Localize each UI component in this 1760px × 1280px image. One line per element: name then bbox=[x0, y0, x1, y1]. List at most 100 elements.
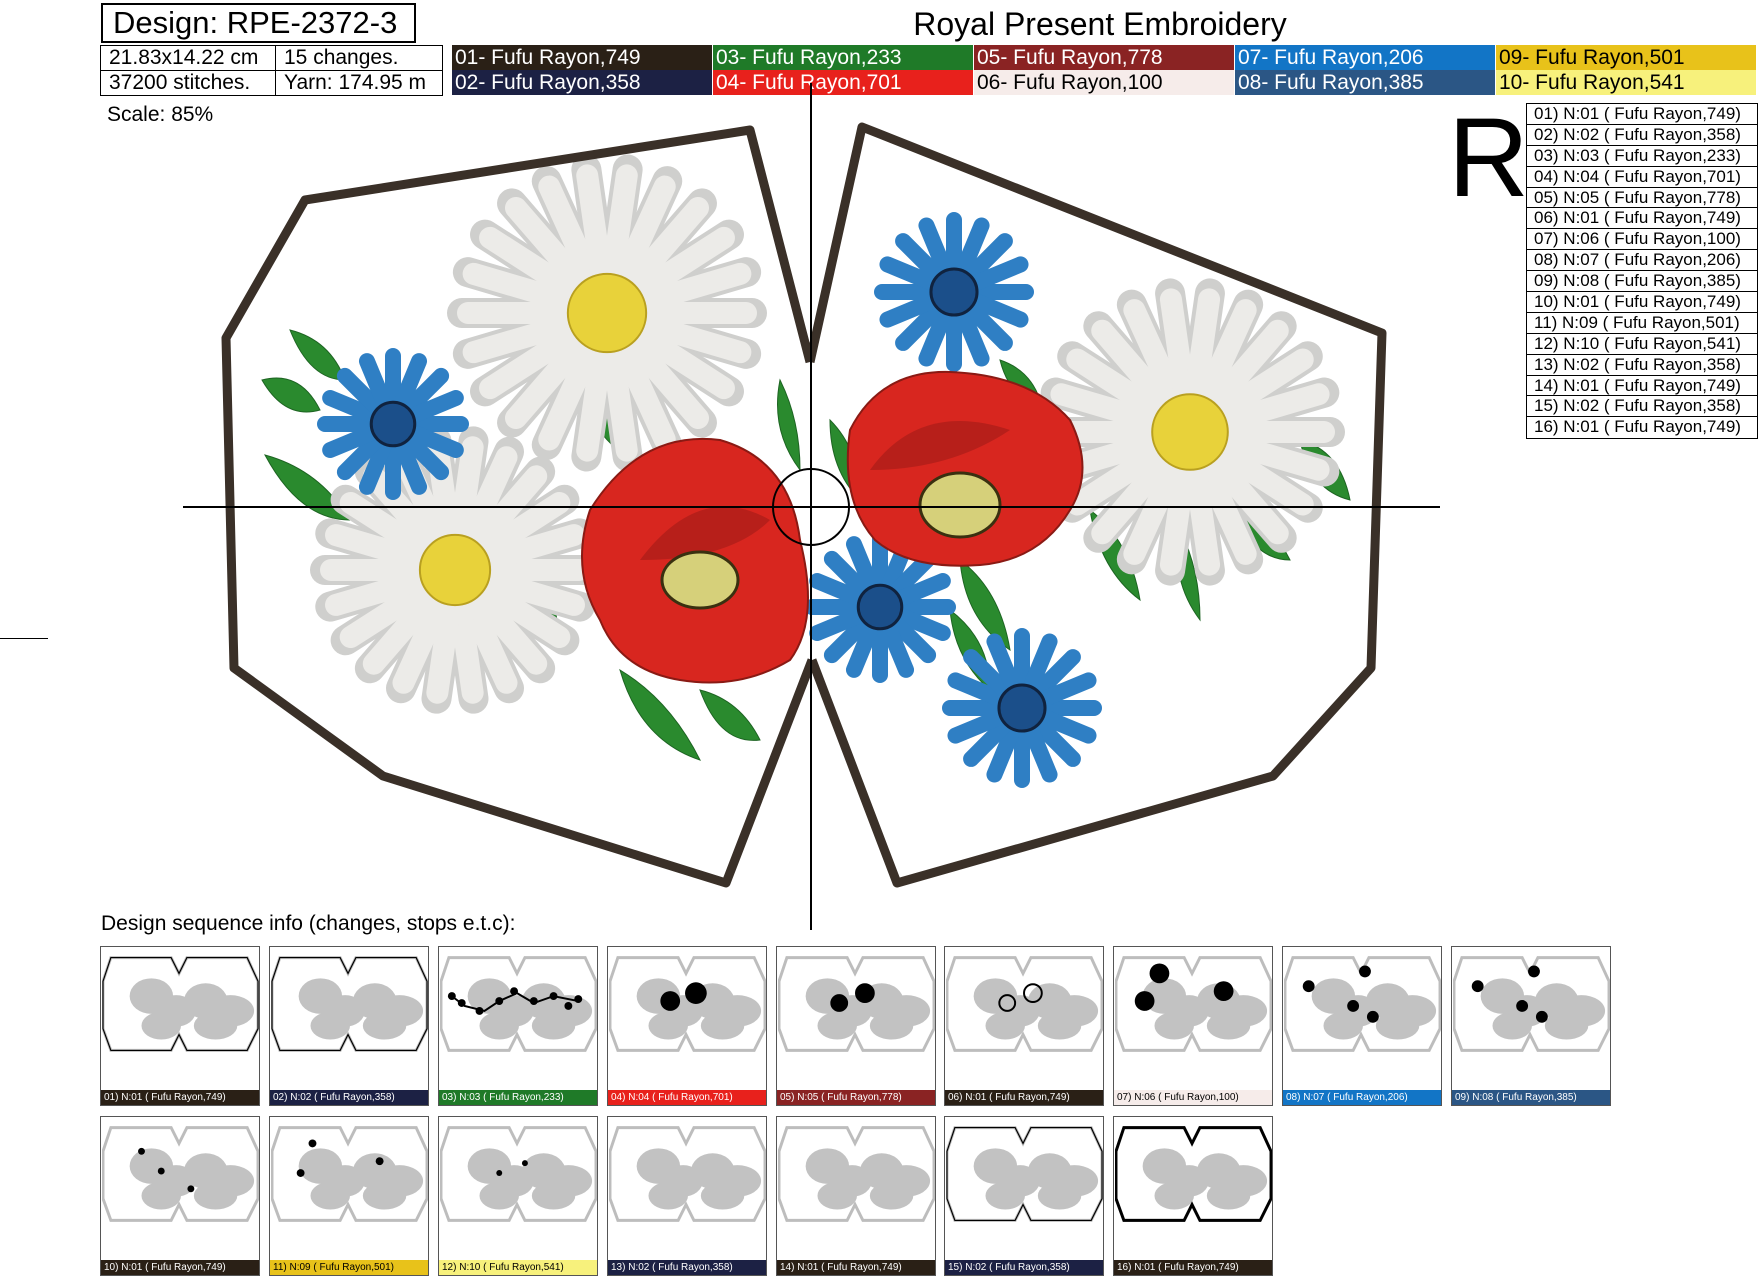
poppy-flower bbox=[846, 370, 1084, 567]
design-silhouette bbox=[648, 1011, 688, 1040]
changes-cell: 15 changes. bbox=[275, 45, 443, 71]
cornflower-center bbox=[929, 267, 979, 317]
sequence-thumbnail: 16) N:01 ( Fufu Rayon,749) bbox=[1113, 1116, 1273, 1276]
thumbnail-preview bbox=[778, 956, 935, 1052]
design-silhouette bbox=[869, 1011, 914, 1040]
thumbnail-preview bbox=[946, 1126, 1103, 1222]
highlighted-stitch-area bbox=[296, 1169, 305, 1177]
thumbnail-preview bbox=[1115, 1126, 1272, 1222]
thumbnail-preview bbox=[102, 1126, 259, 1222]
embroidery-design-preview bbox=[183, 83, 1440, 930]
thumbnail-preview bbox=[1453, 956, 1610, 1052]
thumbnail-label: 06) N:01 ( Fufu Rayon,749) bbox=[945, 1090, 1103, 1105]
stop-sequence-list: 01) N:01 ( Fufu Rayon,749) 02) N:02 ( Fuf… bbox=[1526, 103, 1758, 440]
highlighted-stitch-area bbox=[1134, 991, 1155, 1011]
cornflower bbox=[874, 212, 1034, 372]
thumbnail-preview bbox=[609, 1126, 766, 1222]
thread-color-chip: 05- Fufu Rayon,778 bbox=[974, 45, 1235, 70]
stop-row: 05) N:05 ( Fufu Rayon,778) bbox=[1527, 188, 1757, 209]
thread-color-chip: 03- Fufu Rayon,233 bbox=[713, 45, 974, 70]
daisy-flower bbox=[447, 154, 767, 472]
cornflower-center bbox=[997, 683, 1047, 733]
thumbnail-preview bbox=[778, 1126, 935, 1222]
edge-tick-mark bbox=[0, 638, 48, 639]
design-silhouette bbox=[479, 1011, 519, 1040]
highlighted-stitch-area bbox=[1516, 1000, 1529, 1012]
design-silhouette bbox=[193, 1181, 238, 1210]
highlighted-stitch-area bbox=[1149, 963, 1170, 984]
sequence-thumbnail: 14) N:01 ( Fufu Rayon,749) bbox=[776, 1116, 936, 1276]
design-silhouette bbox=[531, 1181, 576, 1210]
sequence-thumbnail: 10) N:01 ( Fufu Rayon,749) bbox=[100, 1116, 260, 1276]
thumbnail-label: 11) N:09 ( Fufu Rayon,501) bbox=[270, 1260, 428, 1275]
design-silhouette bbox=[985, 1181, 1025, 1210]
design-silhouette bbox=[141, 1181, 181, 1210]
thumbnail-label: 09) N:08 ( Fufu Rayon,385) bbox=[1452, 1090, 1610, 1105]
design-silhouette bbox=[700, 1011, 745, 1040]
daisy-center bbox=[1151, 393, 1229, 471]
stop-row: 03) N:03 ( Fufu Rayon,233) bbox=[1527, 146, 1757, 167]
thumbnail-label: 16) N:01 ( Fufu Rayon,749) bbox=[1114, 1260, 1272, 1275]
sequence-thumbnail: 11) N:09 ( Fufu Rayon,501) bbox=[269, 1116, 429, 1276]
sequence-thumbnail: 09) N:08 ( Fufu Rayon,385) bbox=[1451, 946, 1611, 1106]
poppy-flower bbox=[581, 437, 809, 684]
sequence-thumbnail: 15) N:02 ( Fufu Rayon,358) bbox=[944, 1116, 1104, 1276]
highlighted-stitch-area bbox=[1359, 965, 1371, 978]
sequence-thumbnail: 02) N:02 ( Fufu Rayon,358) bbox=[269, 946, 429, 1106]
sequence-thumbnail: 05) N:05 ( Fufu Rayon,778) bbox=[776, 946, 936, 1106]
sequence-thumbnail: 12) N:10 ( Fufu Rayon,541) bbox=[438, 1116, 598, 1276]
design-silhouette bbox=[193, 1011, 238, 1040]
design-id: Design: RPE-2372-3 bbox=[113, 5, 398, 40]
thumbnail-preview bbox=[271, 956, 428, 1052]
thumbnail-label: 07) N:06 ( Fufu Rayon,100) bbox=[1114, 1090, 1272, 1105]
stop-row: 02) N:02 ( Fufu Rayon,358) bbox=[1527, 125, 1757, 146]
design-silhouette bbox=[1206, 1181, 1251, 1210]
thumbnail-label: 13) N:02 ( Fufu Rayon,358) bbox=[608, 1260, 766, 1275]
highlighted-stitch-area bbox=[157, 1167, 165, 1175]
highlighted-stitch-area bbox=[1347, 1000, 1360, 1012]
stop-row: 16) N:01 ( Fufu Rayon,749) bbox=[1534, 417, 1741, 437]
design-silhouette bbox=[700, 1181, 745, 1210]
daisy-flower bbox=[1035, 278, 1345, 586]
highlighted-stitch-area bbox=[1528, 965, 1540, 978]
design-silhouette bbox=[141, 1011, 181, 1040]
design-silhouette bbox=[1375, 1011, 1420, 1040]
thumbnail-label: 04) N:04 ( Fufu Rayon,701) bbox=[608, 1090, 766, 1105]
stop-row: 11) N:09 ( Fufu Rayon,501) bbox=[1527, 313, 1757, 334]
sequence-thumbnail: 08) N:07 ( Fufu Rayon,206) bbox=[1282, 946, 1442, 1106]
design-silhouette bbox=[985, 1011, 1025, 1040]
highlighted-stitch-area bbox=[308, 1139, 317, 1148]
thread-color-chip: 10- Fufu Rayon,541 bbox=[1496, 70, 1757, 95]
stop-row: 01) N:01 ( Fufu Rayon,749) bbox=[1527, 104, 1757, 125]
design-silhouette bbox=[817, 1181, 857, 1210]
daisy-center bbox=[418, 533, 492, 607]
design-silhouette bbox=[817, 1011, 857, 1040]
thumbnail-label: 10) N:01 ( Fufu Rayon,749) bbox=[101, 1260, 259, 1275]
thumbnail-label: 15) N:02 ( Fufu Rayon,358) bbox=[945, 1260, 1103, 1275]
highlighted-stitch-area bbox=[138, 1147, 145, 1155]
highlighted-stitch-area bbox=[1471, 980, 1484, 993]
design-silhouette bbox=[1544, 1011, 1589, 1040]
design-silhouette bbox=[310, 1011, 350, 1040]
sequence-thumbnail: 03) N:03 ( Fufu Rayon,233) bbox=[438, 946, 598, 1106]
thread-color-chip: 07- Fufu Rayon,206 bbox=[1235, 45, 1496, 70]
stop-row: 06) N:01 ( Fufu Rayon,749) bbox=[1527, 208, 1757, 230]
design-silhouette bbox=[362, 1181, 407, 1210]
stop-row: 14) N:01 ( Fufu Rayon,749) bbox=[1527, 376, 1757, 397]
thumbnail-label: 01) N:01 ( Fufu Rayon,749) bbox=[101, 1090, 259, 1105]
stop-row: 13) N:02 ( Fufu Rayon,358) bbox=[1527, 355, 1757, 376]
thumbnail-preview bbox=[271, 1126, 428, 1222]
design-silhouette bbox=[1037, 1181, 1082, 1210]
thread-color-chip: 09- Fufu Rayon,501 bbox=[1496, 45, 1757, 70]
design-silhouette bbox=[531, 1011, 576, 1040]
design-silhouette bbox=[1492, 1011, 1532, 1040]
daisy-center bbox=[566, 272, 648, 354]
sequence-thumbnail: 06) N:01 ( Fufu Rayon,749) bbox=[944, 946, 1104, 1106]
highlighted-stitch-area bbox=[574, 995, 583, 1004]
stop-row: 10) N:01 ( Fufu Rayon,749) bbox=[1527, 292, 1757, 313]
design-silhouette bbox=[362, 1011, 407, 1040]
thumbnail-preview bbox=[1284, 956, 1441, 1052]
sequence-thumbnail: 07) N:06 ( Fufu Rayon,100) bbox=[1113, 946, 1273, 1106]
brand-title: Royal Present Embroidery bbox=[913, 6, 1287, 42]
design-id-box: Design: RPE-2372-3 bbox=[101, 3, 416, 43]
